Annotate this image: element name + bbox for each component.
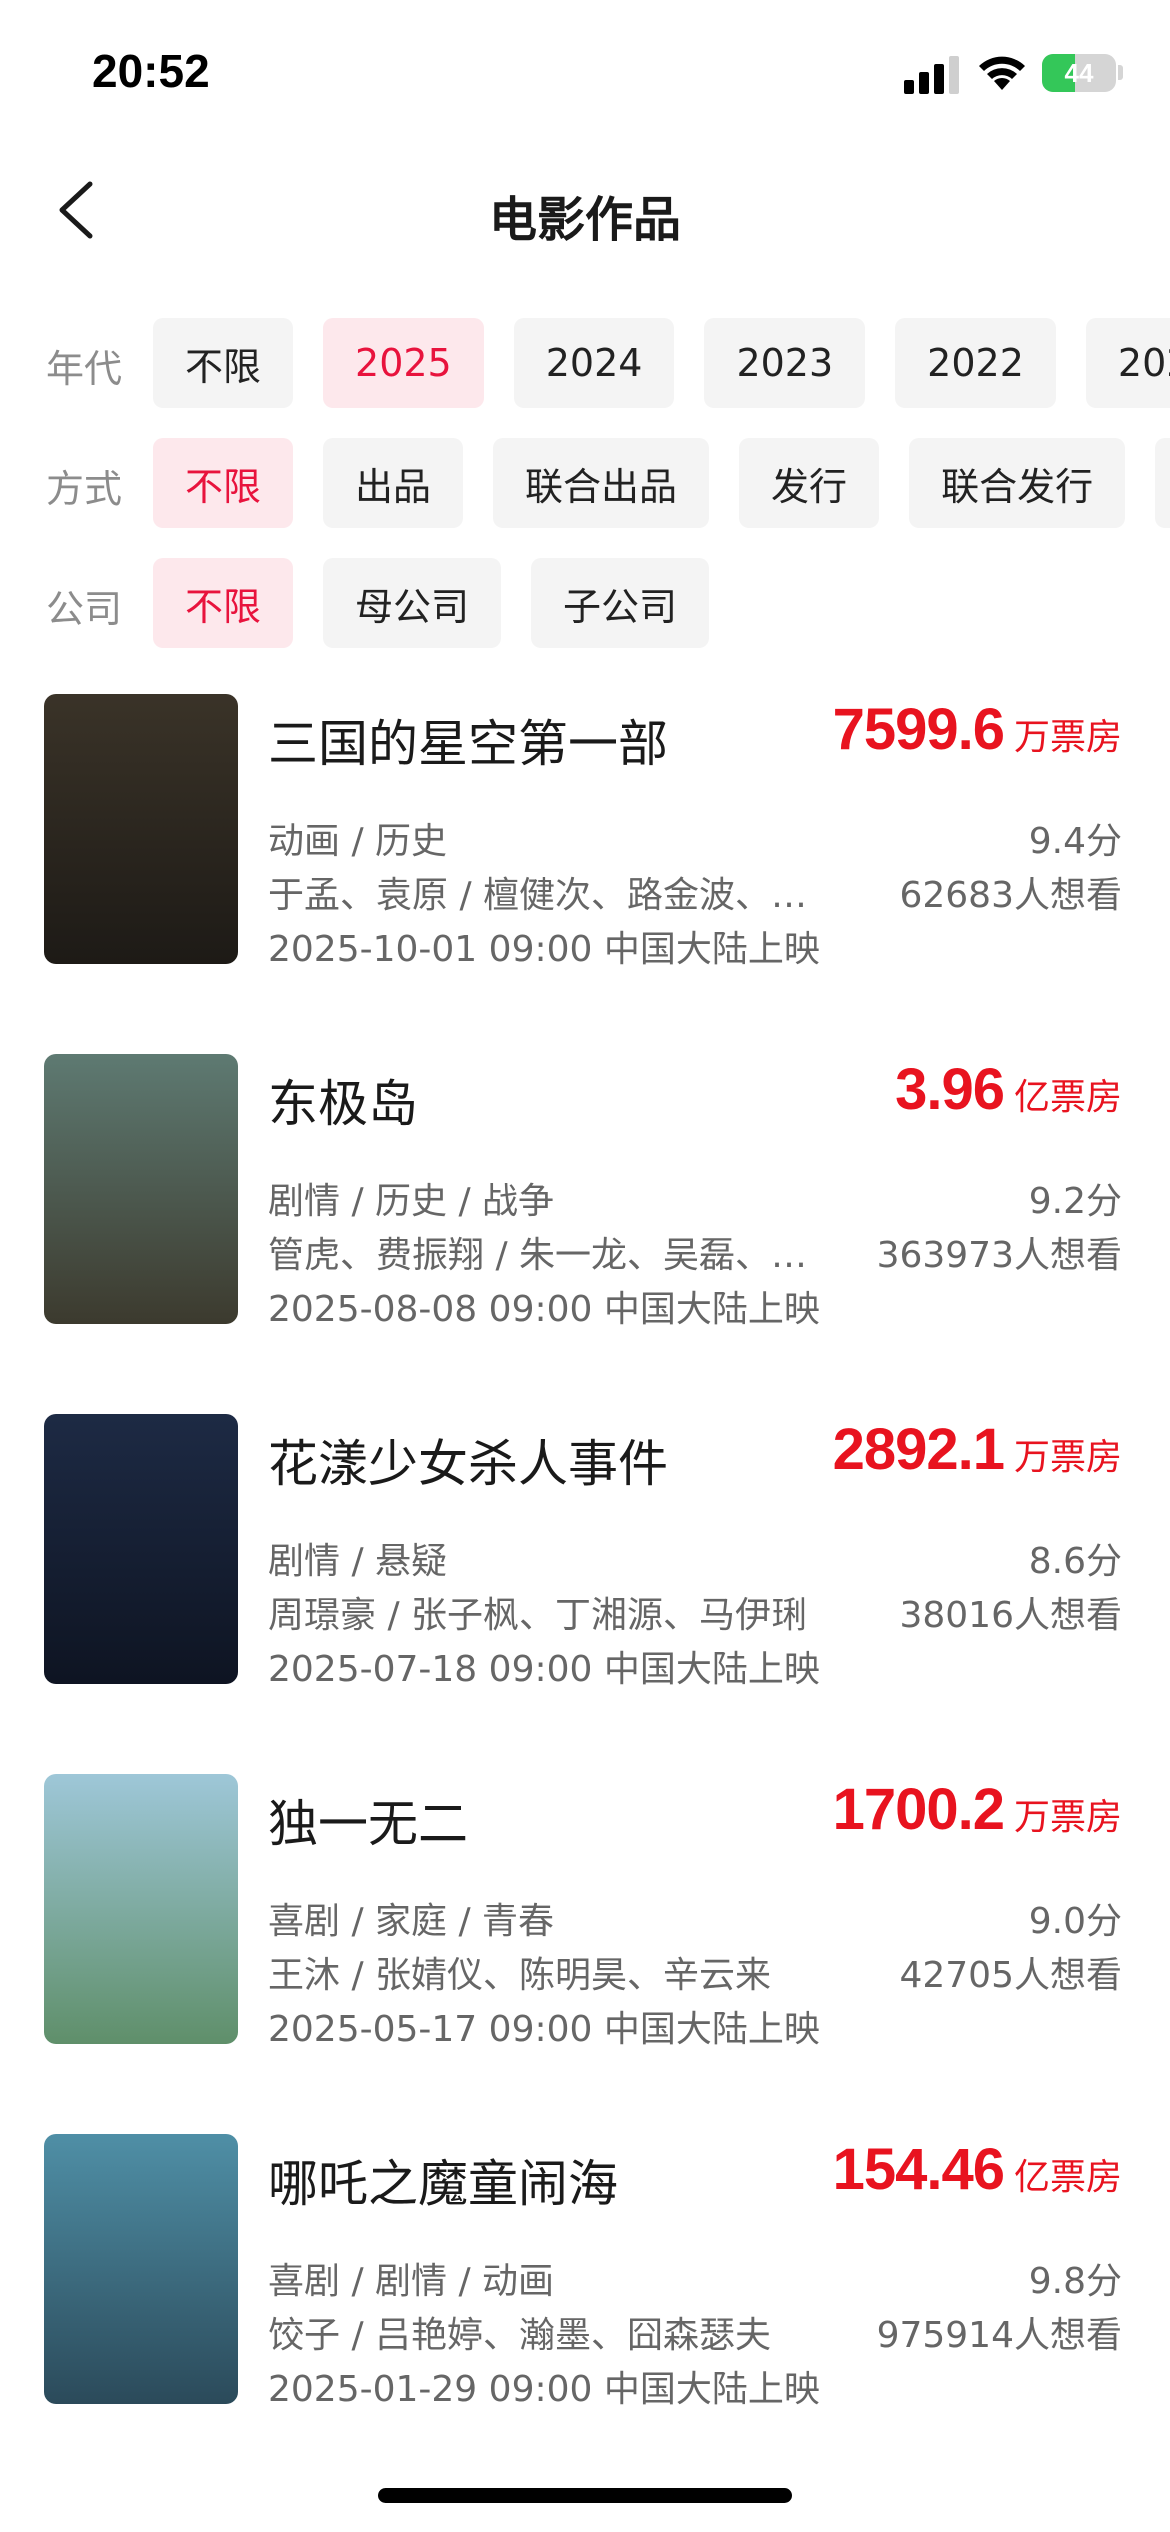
movie-genres: 剧情 / 悬疑 — [268, 1541, 448, 1582]
era-chip-2024[interactable]: 2024 — [513, 318, 675, 408]
navigation-bar: 电影作品 — [0, 150, 1170, 270]
movie-title: 独一无二 — [268, 1795, 468, 1853]
filter-label-company: 公司 — [46, 587, 123, 631]
battery-level: 44 — [1064, 58, 1094, 88]
filter-row-mode: 方式 不限 出品 联合出品 发行 联合发行 — [0, 438, 1170, 528]
box-office-unit: 万票房 — [1013, 1437, 1122, 1478]
movie-poster[interactable] — [44, 1054, 238, 1324]
box-office-value: 1700.2 — [832, 1777, 1005, 1842]
filter-chips-mode: 不限 出品 联合出品 发行 联合发行 — [153, 438, 1170, 528]
movie-credits: 管虎、费振翔 / 朱一龙、吴磊、… — [268, 1235, 808, 1276]
movie-poster[interactable] — [44, 1774, 238, 2044]
era-chip-2025[interactable]: 2025 — [323, 318, 484, 408]
movie-want-count: 975914人想看 — [876, 2315, 1122, 2356]
movie-genres: 剧情 / 历史 / 战争 — [268, 1181, 555, 1222]
movie-want-count: 62683人想看 — [899, 875, 1122, 916]
movie-item[interactable]: 独一无二 1700.2 万票房 喜剧 / 家庭 / 青春 王沐 / 张婧仪、陈明… — [0, 1774, 1170, 2074]
box-office-unit: 万票房 — [1013, 717, 1122, 758]
box-office-value: 7599.6 — [832, 697, 1005, 762]
filter-row-era: 年代 不限 2025 2024 2023 2022 2021 — [0, 318, 1170, 408]
box-office: 2892.1 万票房 — [833, 1416, 1122, 1483]
box-office-unit: 亿票房 — [1013, 1077, 1122, 1118]
box-office: 1700.2 万票房 — [833, 1776, 1122, 1843]
movie-credits: 于孟、袁原 / 檀健次、路金波、旺旺 — [268, 875, 808, 916]
status-bar: 20:52 44 — [0, 0, 1170, 140]
page-title: 电影作品 — [488, 192, 681, 248]
movie-credits: 饺子 / 吕艳婷、瀚墨、囧森瑟夫 — [268, 2315, 772, 2356]
mode-chip-produced[interactable]: 出品 — [323, 438, 464, 528]
box-office-unit: 万票房 — [1013, 1797, 1122, 1838]
mode-chip-any[interactable]: 不限 — [153, 438, 294, 528]
status-time: 20:52 — [92, 45, 210, 97]
movie-release: 2025-10-01 09:00 中国大陆上映 — [268, 929, 820, 970]
mode-chip-co-produced[interactable]: 联合出品 — [493, 438, 710, 528]
wifi-icon — [979, 56, 1025, 90]
movie-score: 8.6分 — [1028, 1541, 1122, 1582]
movie-genres: 喜剧 / 家庭 / 青春 — [268, 1901, 555, 1942]
movie-genres: 动画 / 历史 — [268, 821, 448, 862]
company-chip-any[interactable]: 不限 — [153, 558, 294, 648]
box-office: 7599.6 万票房 — [833, 696, 1122, 763]
movie-poster[interactable] — [44, 1414, 238, 1684]
era-chip-2021[interactable]: 2021 — [1085, 318, 1170, 408]
box-office-value: 154.46 — [832, 2137, 1005, 2202]
filter-label-era: 年代 — [46, 347, 123, 391]
era-chip-2022[interactable]: 2022 — [895, 318, 1056, 408]
box-office-value: 2892.1 — [832, 1417, 1005, 1482]
movie-item[interactable]: 花漾少女杀人事件 2892.1 万票房 剧情 / 悬疑 周璟豪 / 张子枫、丁湘… — [0, 1414, 1170, 1714]
era-chip-any[interactable]: 不限 — [153, 318, 294, 408]
company-chip-subsidiary[interactable]: 子公司 — [531, 558, 710, 648]
battery-icon: 44 — [1042, 54, 1116, 92]
filter-chips-era: 不限 2025 2024 2023 2022 2021 — [153, 318, 1170, 408]
box-office: 3.96 亿票房 — [895, 1056, 1122, 1123]
movie-want-count: 42705人想看 — [899, 1955, 1122, 1996]
movie-poster[interactable] — [44, 694, 238, 964]
movie-credits: 周璟豪 / 张子枫、丁湘源、马伊琍 — [268, 1595, 808, 1636]
movie-release: 2025-05-17 09:00 中国大陆上映 — [268, 2009, 820, 2050]
movie-title: 花漾少女杀人事件 — [268, 1435, 668, 1493]
movie-release: 2025-01-29 09:00 中国大陆上映 — [268, 2369, 820, 2410]
home-indicator[interactable] — [378, 2488, 792, 2503]
movie-title: 哪吒之魔童闹海 — [268, 2155, 618, 2213]
movie-credits: 王沐 / 张婧仪、陈明昊、辛云来 — [268, 1955, 772, 1996]
movie-title: 三国的星空第一部 — [268, 715, 668, 773]
filter-row-company: 公司 不限 母公司 子公司 — [0, 558, 1170, 648]
cellular-signal-icon — [904, 54, 960, 94]
box-office-value: 3.96 — [895, 1057, 1005, 1122]
movie-want-count: 38016人想看 — [899, 1595, 1122, 1636]
movie-score: 9.4分 — [1028, 821, 1122, 862]
movie-poster[interactable] — [44, 2134, 238, 2404]
mode-chip-overflow[interactable] — [1155, 438, 1170, 528]
box-office-unit: 亿票房 — [1013, 2157, 1122, 2198]
movie-score: 9.8分 — [1028, 2261, 1122, 2302]
filter-chips-company: 不限 母公司 子公司 — [153, 558, 710, 648]
movie-release: 2025-08-08 09:00 中国大陆上映 — [268, 1289, 820, 1330]
mode-chip-distributed[interactable]: 发行 — [739, 438, 880, 528]
box-office: 154.46 亿票房 — [833, 2136, 1122, 2203]
era-chip-2023[interactable]: 2023 — [704, 318, 866, 408]
movie-item[interactable]: 哪吒之魔童闹海 154.46 亿票房 喜剧 / 剧情 / 动画 饺子 / 吕艳婷… — [0, 2134, 1170, 2434]
movie-title: 东极岛 — [268, 1075, 418, 1133]
filter-label-mode: 方式 — [46, 467, 123, 511]
company-chip-parent[interactable]: 母公司 — [323, 558, 502, 648]
movie-score: 9.0分 — [1028, 1901, 1122, 1942]
mode-chip-co-distributed[interactable]: 联合发行 — [909, 438, 1126, 528]
movie-want-count: 363973人想看 — [876, 1235, 1122, 1276]
movie-item[interactable]: 东极岛 3.96 亿票房 剧情 / 历史 / 战争 管虎、费振翔 / 朱一龙、吴… — [0, 1054, 1170, 1354]
movie-score: 9.2分 — [1028, 1181, 1122, 1222]
movie-item[interactable]: 三国的星空第一部 7599.6 万票房 动画 / 历史 于孟、袁原 / 檀健次、… — [0, 694, 1170, 994]
movie-genres: 喜剧 / 剧情 / 动画 — [268, 2261, 555, 2302]
movie-release: 2025-07-18 09:00 中国大陆上映 — [268, 1649, 820, 1690]
